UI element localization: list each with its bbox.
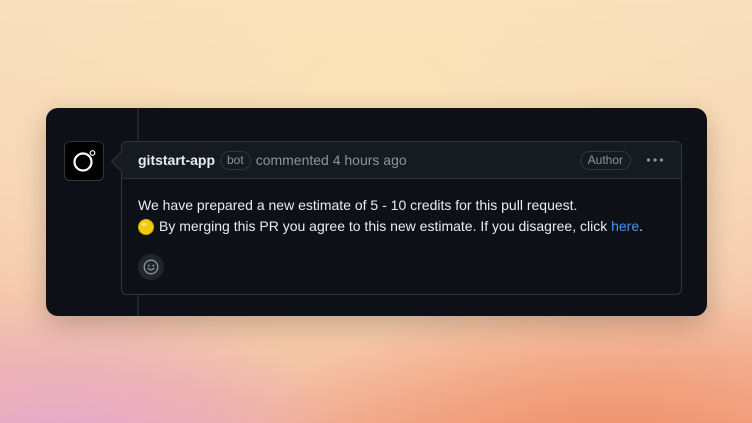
add-reaction-button[interactable] (138, 254, 164, 280)
author-badge: Author (579, 150, 631, 170)
avatar[interactable] (64, 141, 104, 181)
comment-timestamp[interactable]: commented 4 hours ago (256, 152, 407, 168)
more-options-button[interactable] (645, 150, 665, 170)
comment-body: We have prepared a new estimate of 5 - 1… (122, 179, 681, 237)
comment-line-2: By merging this PR you agree to this new… (138, 216, 665, 237)
here-link[interactable]: here (611, 216, 639, 237)
smiley-icon (143, 259, 159, 275)
comment-header: gitstart-app bot commented 4 hours ago A… (122, 142, 681, 179)
comment-line-1: We have prepared a new estimate of 5 - 1… (138, 197, 578, 213)
comment-box: gitstart-app bot commented 4 hours ago A… (121, 141, 682, 295)
comment-card: gitstart-app bot commented 4 hours ago A… (46, 108, 707, 316)
bot-badge: bot (220, 150, 251, 170)
comment-line-2-text: By merging this PR you agree to this new… (159, 218, 608, 234)
gitstart-logo-icon (73, 150, 96, 172)
comment-line-2-period: . (639, 218, 644, 234)
yellow-circle-icon (138, 218, 154, 235)
kebab-horizontal-icon (646, 158, 664, 162)
author-link[interactable]: gitstart-app (138, 152, 215, 168)
